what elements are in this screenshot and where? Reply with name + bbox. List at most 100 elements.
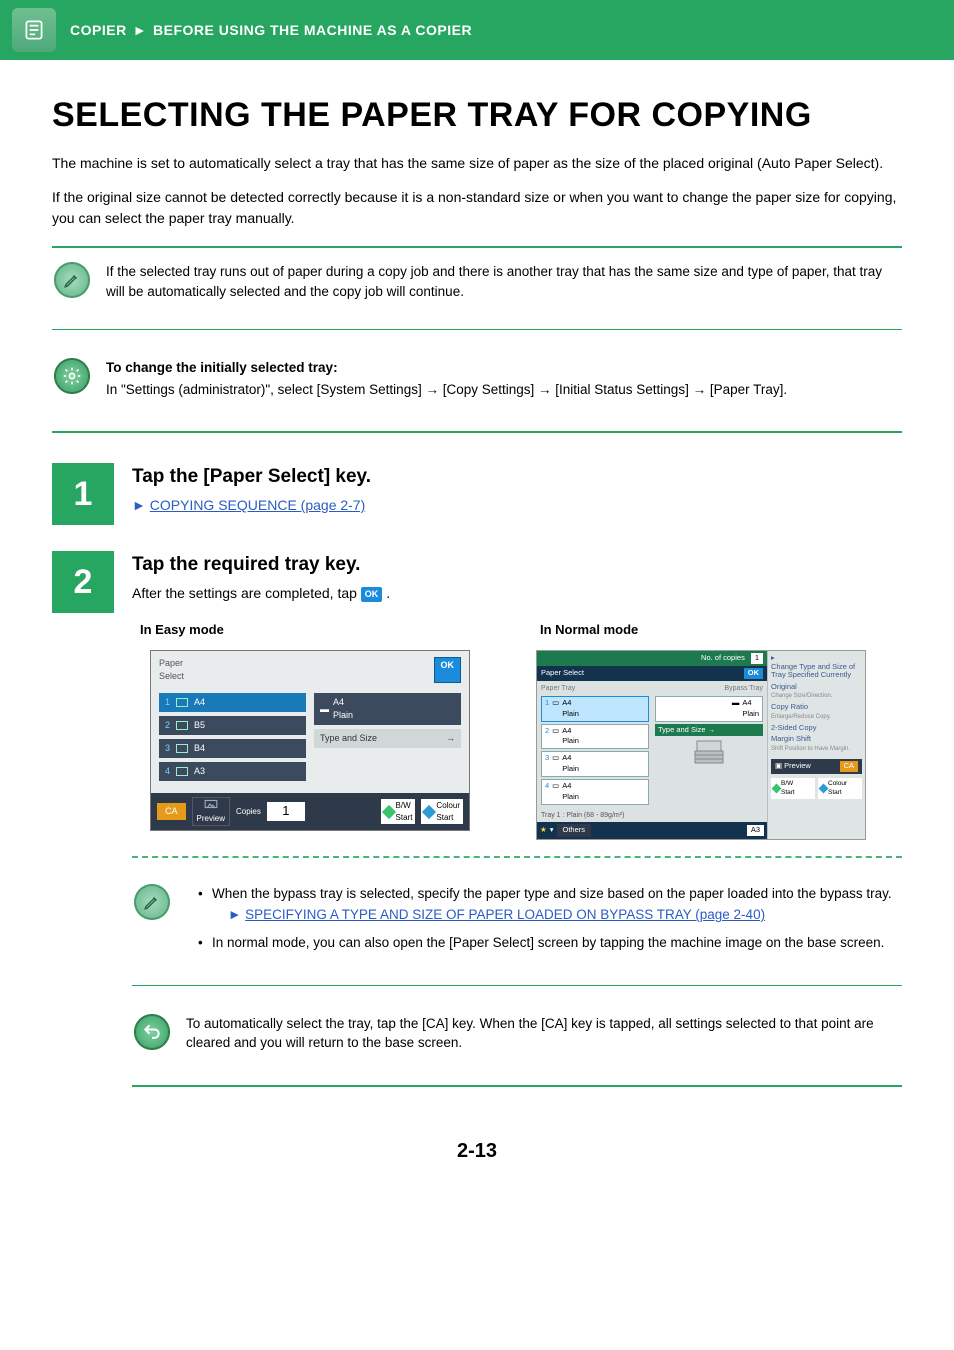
easy-preview-label: Preview — [197, 814, 225, 823]
bypass-tray-icon: ▬ — [732, 698, 740, 720]
normal-a3-indicator: A3 — [747, 825, 764, 836]
normal-tray-1[interactable]: 1▭A4Plain — [541, 696, 649, 722]
diamond-blue-icon — [819, 783, 829, 793]
header-subsection[interactable]: BEFORE USING THE MACHINE AS A COPIER — [153, 20, 472, 40]
easy-bw-start-button[interactable]: B/W Start — [381, 799, 416, 824]
note-change-tray: To change the initially selected tray: I… — [52, 344, 902, 413]
chevron-down-icon[interactable]: ▾ — [550, 825, 554, 836]
easy-bypass-button[interactable]: ▬ A4Plain — [314, 693, 461, 725]
normal-mode-column: In Normal mode No. of copies 1 Paper Sel… — [532, 621, 902, 840]
normal-side-item-0[interactable]: ▸ Change Type and Size of Tray Specified… — [771, 654, 862, 680]
step-1: 1 Tap the [Paper Select] key. ► COPYING … — [52, 463, 902, 525]
start-label: Start — [396, 813, 413, 822]
pencil-icon — [134, 884, 170, 920]
easy-bypass-size: A4 — [333, 697, 344, 707]
arrow-right-icon: → — [446, 732, 455, 745]
header-separator: ► — [133, 20, 147, 40]
normal-side-item-1[interactable]: OriginalChange Size/Direction. — [771, 683, 862, 701]
easy-panel-title: Paper Select — [159, 657, 184, 683]
header-bar: COPIER ► BEFORE USING THE MACHINE AS A C… — [0, 0, 954, 60]
copier-section-icon — [12, 8, 56, 52]
easy-copies-label: Copies — [236, 806, 261, 818]
easy-ok-button[interactable]: OK — [434, 657, 462, 683]
easy-tray-1[interactable]: 1A4 — [159, 693, 306, 712]
header-section[interactable]: COPIER — [70, 20, 127, 40]
normal-side-item-2[interactable]: Copy RatioEnlarge/Reduce Copy. — [771, 703, 862, 721]
tip-normal-mode: In normal mode, you can also open the [P… — [212, 933, 902, 953]
normal-tray-2[interactable]: 2▭A4Plain — [541, 724, 649, 750]
step-2: 2 Tap the required tray key. After the s… — [52, 551, 902, 1086]
star-icon[interactable]: ★ — [540, 825, 547, 836]
bw-label: B/W — [781, 780, 793, 787]
normal-tray-3[interactable]: 3▭A4Plain — [541, 751, 649, 777]
easy-tray-3[interactable]: 3B4 — [159, 739, 306, 758]
normal-side-item-4[interactable]: Margin ShiftShift Position to Have Margi… — [771, 735, 862, 753]
bw-label: B/W — [396, 801, 411, 810]
normal-bw-start-button[interactable]: B/W Start — [771, 778, 815, 799]
normal-side-item-3[interactable]: 2-Sided Copy — [771, 724, 862, 733]
normal-copies-value[interactable]: 1 — [751, 653, 763, 664]
gear-icon — [54, 358, 90, 394]
start-label: Start — [828, 789, 842, 796]
link-arrow-icon: ► — [132, 497, 146, 513]
normal-bypass-heading: Bypass Tray — [655, 684, 763, 694]
normal-paper-tray-heading: Paper Tray — [541, 684, 649, 694]
normal-preview-button[interactable]: ▣ Preview CA — [771, 759, 862, 774]
tip-bypass-text: When the bypass tray is selected, specif… — [212, 886, 892, 901]
easy-ca-button[interactable]: CA — [157, 803, 186, 820]
note-auto-select: If the selected tray runs out of paper d… — [52, 248, 902, 315]
link-arrow-icon: ► — [228, 907, 241, 922]
normal-copies-label: No. of copies — [701, 653, 745, 664]
note-ca-undo: To automatically select the tray, tap th… — [132, 1000, 902, 1067]
easy-colour-start-button[interactable]: ColourStart — [421, 799, 463, 824]
link-bypass-tray-spec[interactable]: SPECIFYING A TYPE AND SIZE OF PAPER LOAD… — [245, 907, 765, 922]
normal-type-size-button[interactable]: Type and Size → — [655, 724, 763, 737]
normal-bypass-button[interactable]: ▬ A4 Plain — [655, 696, 763, 722]
easy-preview-button[interactable]: Preview — [192, 797, 230, 826]
normal-ca-button[interactable]: CA — [840, 761, 858, 772]
note-change-body: In "Settings (administrator)", select [S… — [106, 382, 787, 397]
normal-type-size-label: Type and Size — [658, 725, 706, 734]
easy-tray-4[interactable]: 4A3 — [159, 762, 306, 781]
page-number: 2-13 — [52, 1137, 902, 1166]
normal-tray-info: Tray 1 : Plain (68 - 89g/m²) — [537, 810, 767, 822]
easy-mode-panel: Paper Select OK 1A42B53B44A3 ▬ A4Plain — [150, 650, 470, 831]
step-2-title: Tap the required tray key. — [132, 551, 902, 579]
step-number-1: 1 — [52, 463, 114, 525]
easy-type-size-button[interactable]: Type and Size → — [314, 729, 461, 748]
normal-ok-button[interactable]: OK — [744, 668, 763, 679]
diamond-blue-icon — [422, 805, 436, 819]
normal-screen-title: Paper Select — [541, 668, 584, 679]
normal-mode-panel: No. of copies 1 Paper Select OK Paper T — [536, 650, 866, 840]
easy-bypass-type: Plain — [333, 710, 353, 720]
start-label: Start — [436, 813, 453, 822]
note-auto-text: If the selected tray runs out of paper d… — [106, 262, 902, 301]
normal-mode-label: In Normal mode — [532, 621, 902, 640]
divider — [132, 985, 902, 986]
divider — [52, 329, 902, 330]
normal-tray-4[interactable]: 4▭A4Plain — [541, 779, 649, 805]
diamond-green-icon — [381, 805, 395, 819]
arrow-right-icon: → — [708, 725, 716, 734]
machine-image[interactable] — [655, 738, 763, 766]
tip-bypass: When the bypass tray is selected, specif… — [212, 884, 902, 925]
ok-badge-icon: OK — [361, 587, 383, 602]
note-change-title: To change the initially selected tray: — [106, 358, 902, 378]
easy-copies-value[interactable]: 1 — [267, 802, 305, 821]
normal-bypass-size: A4 — [742, 698, 751, 707]
step-2-desc-before: After the settings are completed, tap — [132, 585, 361, 601]
pencil-icon — [54, 262, 90, 298]
normal-others-button[interactable]: Others — [557, 824, 592, 837]
divider — [52, 431, 902, 433]
easy-mode-column: In Easy mode Paper Select OK 1A42B53B44A… — [132, 621, 502, 840]
step-2-desc-after: . — [386, 585, 390, 601]
step-number-2: 2 — [52, 551, 114, 613]
link-copying-sequence[interactable]: COPYING SEQUENCE (page 2-7) — [150, 497, 366, 513]
note-ca-text: To automatically select the tray, tap th… — [186, 1014, 902, 1053]
start-label: Start — [781, 789, 795, 796]
undo-icon — [134, 1014, 170, 1050]
easy-type-size-label: Type and Size — [320, 732, 377, 745]
easy-tray-2[interactable]: 2B5 — [159, 716, 306, 735]
normal-colour-start-button[interactable]: ColourStart — [818, 778, 862, 799]
normal-bypass-type: Plain — [742, 709, 759, 718]
